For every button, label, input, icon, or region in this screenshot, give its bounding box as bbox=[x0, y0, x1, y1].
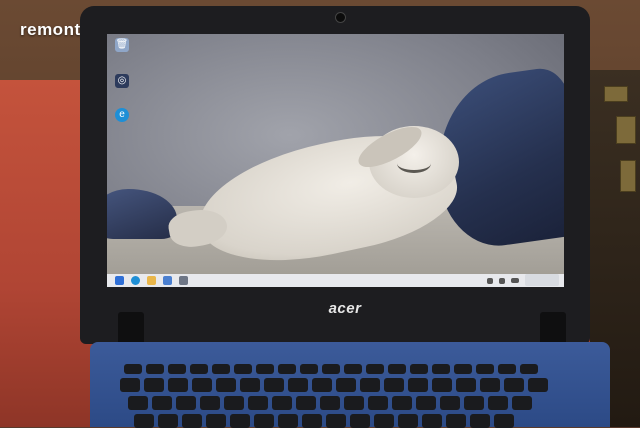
keyboard-key[interactable] bbox=[288, 378, 308, 392]
keyboard-key[interactable] bbox=[212, 364, 230, 374]
edge-browser-icon: e bbox=[115, 108, 129, 122]
recycle-bin-icon: 🗑 bbox=[115, 38, 129, 52]
desktop-icon-edge[interactable]: e bbox=[110, 108, 134, 122]
keyboard-key[interactable] bbox=[216, 378, 236, 392]
keyboard-key[interactable] bbox=[476, 364, 494, 374]
keyboard-key[interactable] bbox=[494, 414, 514, 428]
keyboard-key[interactable] bbox=[366, 364, 384, 374]
keyboard-key[interactable] bbox=[278, 414, 298, 428]
desktop-icon-recycle-bin[interactable]: 🗑 bbox=[110, 38, 134, 52]
network-icon[interactable] bbox=[487, 278, 493, 284]
store-taskbar-icon[interactable] bbox=[163, 276, 172, 285]
electronic-part bbox=[616, 116, 636, 144]
start-icon[interactable] bbox=[115, 276, 124, 285]
keyboard-key[interactable] bbox=[192, 378, 212, 392]
keyboard-key[interactable] bbox=[480, 378, 500, 392]
keyboard-key[interactable] bbox=[320, 396, 340, 410]
keyboard-key[interactable] bbox=[416, 396, 436, 410]
keyboard-key[interactable] bbox=[446, 414, 466, 428]
keyboard-key[interactable] bbox=[454, 364, 472, 374]
keyboard-key[interactable] bbox=[350, 414, 370, 428]
keyboard-key[interactable] bbox=[120, 378, 140, 392]
keyboard-key[interactable] bbox=[224, 396, 244, 410]
keyboard-key[interactable] bbox=[296, 396, 316, 410]
keyboard-key[interactable] bbox=[326, 414, 346, 428]
keyboard-key[interactable] bbox=[344, 364, 362, 374]
keyboard-key[interactable] bbox=[230, 414, 250, 428]
keyboard-key[interactable] bbox=[498, 364, 516, 374]
keyboard-key[interactable] bbox=[240, 378, 260, 392]
seal-face bbox=[397, 154, 431, 173]
laptop-brand-logo: acer bbox=[328, 300, 362, 317]
keyboard-key[interactable] bbox=[336, 378, 356, 392]
keyboard-key[interactable] bbox=[520, 364, 538, 374]
electronic-part bbox=[604, 86, 628, 102]
keyboard-key[interactable] bbox=[410, 364, 428, 374]
keyboard-key[interactable] bbox=[344, 396, 364, 410]
keyboard-key[interactable] bbox=[312, 378, 332, 392]
app-shortcut-icon: ◎ bbox=[115, 74, 129, 88]
keyboard-key[interactable] bbox=[168, 378, 188, 392]
keyboard-key[interactable] bbox=[254, 414, 274, 428]
keyboard-key[interactable] bbox=[422, 414, 442, 428]
keyboard-key[interactable] bbox=[360, 378, 380, 392]
keyboard-key[interactable] bbox=[146, 364, 164, 374]
keyboard-key[interactable] bbox=[128, 396, 148, 410]
keyboard-key[interactable] bbox=[432, 378, 452, 392]
keyboard-key[interactable] bbox=[512, 396, 532, 410]
keyboard-key[interactable] bbox=[300, 364, 318, 374]
keyboard-key[interactable] bbox=[322, 364, 340, 374]
keyboard-key[interactable] bbox=[488, 396, 508, 410]
keyboard-key[interactable] bbox=[398, 414, 418, 428]
keyboard-key[interactable] bbox=[264, 378, 284, 392]
keyboard-key[interactable] bbox=[470, 414, 490, 428]
keyboard-key[interactable] bbox=[384, 378, 404, 392]
keyboard-key[interactable] bbox=[124, 364, 142, 374]
keyboard-key[interactable] bbox=[432, 364, 450, 374]
keyboard-key[interactable] bbox=[388, 364, 406, 374]
keyboard-key[interactable] bbox=[152, 396, 172, 410]
keyboard-key[interactable] bbox=[302, 414, 322, 428]
battery-icon[interactable] bbox=[511, 278, 519, 283]
keyboard-key[interactable] bbox=[144, 378, 164, 392]
keyboard-key[interactable] bbox=[248, 396, 268, 410]
keyboard-key[interactable] bbox=[190, 364, 208, 374]
keyboard-key[interactable] bbox=[134, 414, 154, 428]
volume-icon[interactable] bbox=[499, 278, 505, 284]
keyboard-key[interactable] bbox=[440, 396, 460, 410]
keyboard-key[interactable] bbox=[504, 378, 524, 392]
keyboard-key[interactable] bbox=[392, 396, 412, 410]
keyboard-key[interactable] bbox=[168, 364, 186, 374]
keyboard-key[interactable] bbox=[374, 414, 394, 428]
keyboard-key[interactable] bbox=[368, 396, 388, 410]
desktop-icon-shortcut[interactable]: ◎ bbox=[110, 74, 134, 88]
keyboard-key[interactable] bbox=[464, 396, 484, 410]
explorer-taskbar-icon[interactable] bbox=[147, 276, 156, 285]
keyboard-key[interactable] bbox=[206, 414, 226, 428]
keyboard-key[interactable] bbox=[182, 414, 202, 428]
keyboard-key[interactable] bbox=[234, 364, 252, 374]
keyboard-key[interactable] bbox=[200, 396, 220, 410]
clock-area[interactable] bbox=[525, 274, 559, 286]
keyboard-key[interactable] bbox=[158, 414, 178, 428]
laptop-screen: 🗑 ◎ e bbox=[107, 34, 564, 287]
keyboard bbox=[120, 362, 590, 428]
edge-taskbar-icon[interactable] bbox=[131, 276, 140, 285]
keyboard-key[interactable] bbox=[256, 364, 274, 374]
keyboard-key[interactable] bbox=[176, 396, 196, 410]
settings-taskbar-icon[interactable] bbox=[179, 276, 188, 285]
keyboard-key[interactable] bbox=[528, 378, 548, 392]
keyboard-key[interactable] bbox=[456, 378, 476, 392]
taskbar bbox=[107, 274, 564, 287]
keyboard-key[interactable] bbox=[408, 378, 428, 392]
keyboard-key[interactable] bbox=[272, 396, 292, 410]
webcam bbox=[335, 12, 346, 23]
electronic-part bbox=[620, 160, 636, 192]
keyboard-key[interactable] bbox=[278, 364, 296, 374]
